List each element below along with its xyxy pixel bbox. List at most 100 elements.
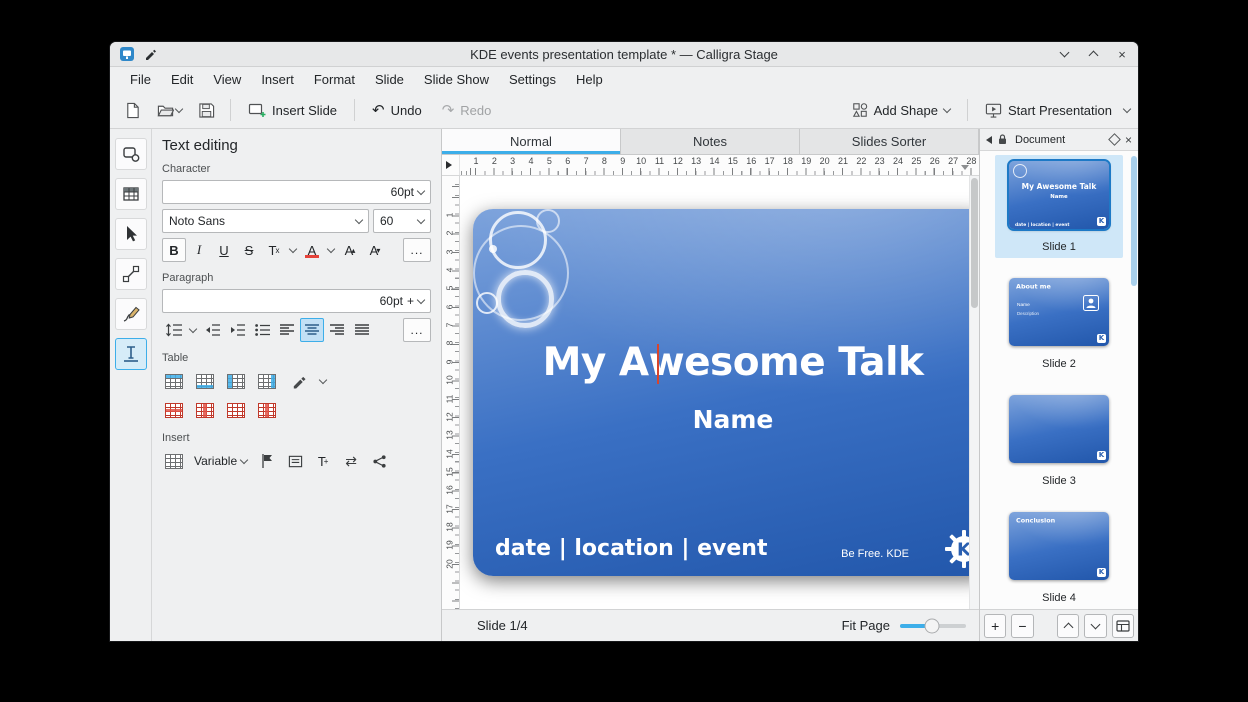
document-docker-header[interactable]: Document × [980,129,1138,151]
menu-view[interactable]: View [203,69,251,90]
menu-settings[interactable]: Settings [499,69,566,90]
connection-tool-button[interactable] [115,258,147,290]
more-character-options-button[interactable]: ... [403,238,431,262]
merge-cells-button[interactable] [224,398,248,422]
text-tool-button[interactable] [115,338,147,370]
font-size-combo[interactable]: 60 [373,209,431,233]
slide-1-thumbnail[interactable]: My Awesome Talk Name date | location | e… [1009,161,1109,229]
slide-3-thumbnail[interactable]: K [1009,395,1109,463]
slide-4-thumbnail[interactable]: Conclusion K [1009,512,1109,580]
insert-text-button[interactable]: T+ [311,449,335,473]
strikethrough-button[interactable]: S [237,238,261,262]
slide-thumbnail-item-3[interactable]: K Slide 3 [995,389,1123,492]
previous-slide-button[interactable] [1057,614,1079,638]
docker-float-icon[interactable] [1108,133,1121,146]
insert-row-above-button[interactable] [162,369,186,393]
slide-canvas[interactable]: My Awesome Talk Name date | location | e… [460,176,979,609]
new-document-button[interactable] [118,96,147,124]
menu-slide-show[interactable]: Slide Show [414,69,499,90]
panel-scrollbar[interactable] [1131,156,1137,286]
slide-page[interactable]: My Awesome Talk Name date | location | e… [473,209,979,576]
tab-slides-sorter[interactable]: Slides Sorter [800,129,979,154]
align-right-button[interactable] [325,318,349,342]
line-spacing-button[interactable] [162,318,186,342]
menu-help[interactable]: Help [566,69,613,90]
align-left-button[interactable] [275,318,299,342]
horizontal-ruler[interactable]: 1234567891011121314151617181920212223242… [460,155,979,175]
split-cells-button[interactable] [255,398,279,422]
select-tool-button[interactable] [115,218,147,250]
slide-thumbnail-item-1[interactable]: My Awesome Talk Name date | location | e… [995,155,1123,258]
table-border-pen-button[interactable] [286,369,310,393]
superscript-button[interactable]: Tx [262,238,286,262]
underline-button[interactable]: U [212,238,236,262]
align-justify-button[interactable] [350,318,374,342]
zoom-slider-knob[interactable] [924,618,939,633]
insert-text-frame-button[interactable] [283,449,307,473]
delete-column-button[interactable] [193,398,217,422]
remove-slide-button[interactable]: − [1011,614,1033,638]
italic-button[interactable]: I [187,238,211,262]
titlebar[interactable]: KDE events presentation template * — Cal… [110,42,1138,67]
open-document-button[interactable] [151,96,188,124]
slide-title-text[interactable]: My Awesome Talk [473,340,979,385]
insert-table-button[interactable] [162,449,186,473]
insert-slide-button[interactable]: Insert Slide [240,96,345,124]
tab-notes[interactable]: Notes [621,129,800,154]
slide-thumbnail-item-2[interactable]: About me Name Description K Slide 2 [995,272,1123,375]
color-dropdown[interactable] [325,249,337,252]
font-family-combo[interactable]: Noto Sans [162,209,369,233]
tab-normal[interactable]: Normal [442,129,621,154]
insert-link-button[interactable] [367,449,391,473]
insert-row-below-button[interactable] [193,369,217,393]
more-paragraph-options-button[interactable]: ... [403,318,431,342]
spacing-dropdown[interactable] [187,329,199,332]
minimize-button[interactable] [1057,47,1071,61]
undo-button[interactable]: ↶ Undo [364,96,430,124]
character-style-combo[interactable]: 60pt [162,180,431,204]
insert-bookmark-button[interactable] [255,449,279,473]
menu-insert[interactable]: Insert [251,69,304,90]
next-slide-button[interactable] [1084,614,1106,638]
toolbar-overflow-icon[interactable] [1123,104,1131,112]
slide-thumbnail-item-4[interactable]: Conclusion K Slide 4 [995,506,1123,609]
grow-font-button[interactable]: A▴ [338,238,362,262]
menu-file[interactable]: File [120,69,161,90]
slide-subtitle-text[interactable]: Name [473,405,979,434]
path-tool-button[interactable] [115,298,147,330]
menu-edit[interactable]: Edit [161,69,203,90]
zoom-mode-label[interactable]: Fit Page [842,618,890,633]
add-slide-button[interactable]: + [984,614,1006,638]
pen-dropdown[interactable] [317,380,329,383]
slide-layout-button[interactable] [1112,614,1134,638]
shrink-font-button[interactable]: A▾ [363,238,387,262]
align-center-button[interactable] [300,318,324,342]
script-dropdown[interactable] [287,249,299,252]
paragraph-style-combo[interactable]: 60pt + [162,289,431,313]
bold-button[interactable]: B [162,238,186,262]
start-presentation-button[interactable]: Start Presentation [977,96,1120,124]
add-shape-button[interactable]: Add Shape [844,96,958,124]
insert-column-left-button[interactable] [224,369,248,393]
canvas-scrollbar[interactable] [969,176,979,609]
slide-footer-text[interactable]: date | location | event [495,536,767,561]
menu-slide[interactable]: Slide [365,69,414,90]
close-button[interactable]: × [1115,47,1129,61]
table-tool-button[interactable] [115,178,147,210]
vertical-ruler[interactable]: 1234567891011121314151617181920 [442,176,460,609]
indent-less-button[interactable] [200,318,224,342]
insert-column-right-button[interactable] [255,369,279,393]
menu-format[interactable]: Format [304,69,365,90]
font-color-button[interactable]: A [300,238,324,262]
zoom-slider[interactable] [900,624,966,628]
delete-row-button[interactable] [162,398,186,422]
swap-direction-button[interactable]: ⇄ [339,449,363,473]
bullet-list-button[interactable] [250,318,274,342]
indent-more-button[interactable] [225,318,249,342]
save-button[interactable] [192,96,221,124]
slide-2-thumbnail[interactable]: About me Name Description K [1009,278,1109,346]
maximize-button[interactable] [1086,47,1100,61]
shape-tool-button[interactable] [115,138,147,170]
redo-button[interactable]: ↷ Redo [434,96,500,124]
scrollbar-thumb[interactable] [971,178,978,308]
